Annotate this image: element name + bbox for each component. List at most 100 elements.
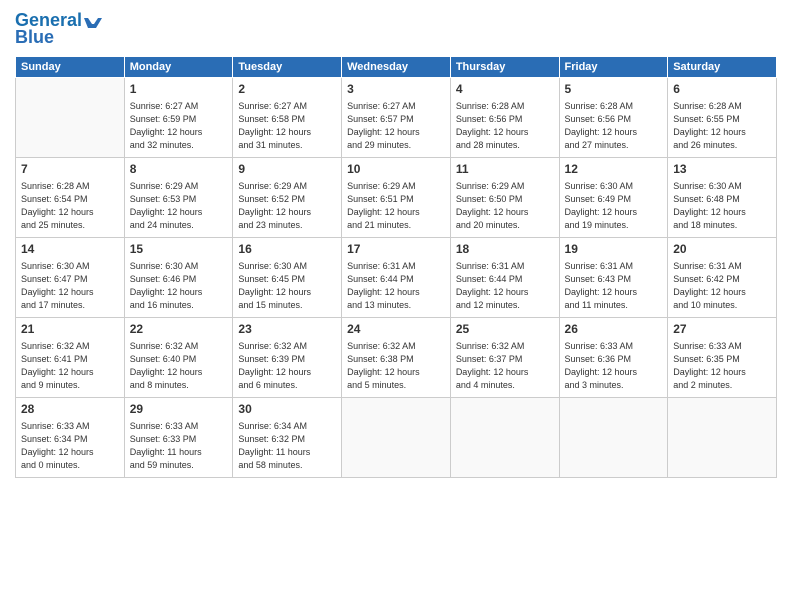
day-info: Sunrise: 6:27 AMSunset: 6:58 PMDaylight:… [238,100,336,152]
calendar-cell [559,397,668,477]
column-header-wednesday: Wednesday [342,56,451,77]
day-number: 29 [130,401,228,418]
day-info: Sunrise: 6:29 AMSunset: 6:50 PMDaylight:… [456,180,554,232]
week-row-3: 14 Sunrise: 6:30 AMSunset: 6:47 PMDayligh… [16,237,777,317]
day-info: Sunrise: 6:31 AMSunset: 6:43 PMDaylight:… [565,260,663,312]
day-number: 4 [456,81,554,98]
day-info: Sunrise: 6:33 AMSunset: 6:36 PMDaylight:… [565,340,663,392]
day-info: Sunrise: 6:29 AMSunset: 6:53 PMDaylight:… [130,180,228,232]
day-info: Sunrise: 6:32 AMSunset: 6:38 PMDaylight:… [347,340,445,392]
calendar-cell: 8 Sunrise: 6:29 AMSunset: 6:53 PMDaylight… [124,157,233,237]
calendar-cell: 27 Sunrise: 6:33 AMSunset: 6:35 PMDayligh… [668,317,777,397]
day-number: 19 [565,241,663,258]
day-info: Sunrise: 6:32 AMSunset: 6:39 PMDaylight:… [238,340,336,392]
calendar-cell [450,397,559,477]
week-row-4: 21Sunrise: 6:32 AMSunset: 6:41 PMDayligh… [16,317,777,397]
calendar-cell: 22Sunrise: 6:32 AMSunset: 6:40 PMDayligh… [124,317,233,397]
day-number: 8 [130,161,228,178]
calendar-cell: 10 Sunrise: 6:29 AMSunset: 6:51 PMDayligh… [342,157,451,237]
day-number: 15 [130,241,228,258]
day-info: Sunrise: 6:31 AMSunset: 6:44 PMDaylight:… [347,260,445,312]
column-header-thursday: Thursday [450,56,559,77]
calendar-cell: 20 Sunrise: 6:31 AMSunset: 6:42 PMDayligh… [668,237,777,317]
calendar-cell: 15 Sunrise: 6:30 AMSunset: 6:46 PMDayligh… [124,237,233,317]
day-number: 17 [347,241,445,258]
calendar-page: General Blue SundayMondayTuesdayWednesda… [0,0,792,612]
calendar-cell: 9 Sunrise: 6:29 AMSunset: 6:52 PMDaylight… [233,157,342,237]
calendar-cell [668,397,777,477]
day-info: Sunrise: 6:27 AMSunset: 6:59 PMDaylight:… [130,100,228,152]
logo-text-blue: Blue [15,28,54,48]
calendar-cell: 16Sunrise: 6:30 AMSunset: 6:45 PMDayligh… [233,237,342,317]
day-number: 18 [456,241,554,258]
week-row-1: 1Sunrise: 6:27 AMSunset: 6:59 PMDaylight… [16,77,777,157]
day-number: 23 [238,321,336,338]
day-info: Sunrise: 6:33 AMSunset: 6:35 PMDaylight:… [673,340,771,392]
day-number: 14 [21,241,119,258]
day-number: 5 [565,81,663,98]
header-row: SundayMondayTuesdayWednesdayThursdayFrid… [16,56,777,77]
day-number: 2 [238,81,336,98]
day-number: 20 [673,241,771,258]
calendar-cell: 25Sunrise: 6:32 AMSunset: 6:37 PMDayligh… [450,317,559,397]
day-number: 24 [347,321,445,338]
day-info: Sunrise: 6:30 AMSunset: 6:47 PMDaylight:… [21,260,119,312]
calendar-cell: 4Sunrise: 6:28 AMSunset: 6:56 PMDaylight… [450,77,559,157]
calendar-cell: 29 Sunrise: 6:33 AMSunset: 6:33 PMDayligh… [124,397,233,477]
day-info: Sunrise: 6:31 AMSunset: 6:44 PMDaylight:… [456,260,554,312]
column-header-tuesday: Tuesday [233,56,342,77]
day-info: Sunrise: 6:32 AMSunset: 6:40 PMDaylight:… [130,340,228,392]
calendar-cell: 26 Sunrise: 6:33 AMSunset: 6:36 PMDayligh… [559,317,668,397]
column-header-friday: Friday [559,56,668,77]
calendar-cell: 19 Sunrise: 6:31 AMSunset: 6:43 PMDayligh… [559,237,668,317]
day-info: Sunrise: 6:31 AMSunset: 6:42 PMDaylight:… [673,260,771,312]
day-number: 13 [673,161,771,178]
day-info: Sunrise: 6:32 AMSunset: 6:37 PMDaylight:… [456,340,554,392]
day-number: 30 [238,401,336,418]
day-info: Sunrise: 6:28 AMSunset: 6:55 PMDaylight:… [673,100,771,152]
calendar-cell [342,397,451,477]
day-info: Sunrise: 6:33 AMSunset: 6:33 PMDaylight:… [130,420,228,472]
calendar-cell: 13 Sunrise: 6:30 AMSunset: 6:48 PMDayligh… [668,157,777,237]
day-info: Sunrise: 6:30 AMSunset: 6:46 PMDaylight:… [130,260,228,312]
week-row-2: 7Sunrise: 6:28 AMSunset: 6:54 PMDaylight… [16,157,777,237]
day-info: Sunrise: 6:29 AMSunset: 6:52 PMDaylight:… [238,180,336,232]
day-number: 7 [21,161,119,178]
calendar-cell: 1Sunrise: 6:27 AMSunset: 6:59 PMDaylight… [124,77,233,157]
day-info: Sunrise: 6:27 AMSunset: 6:57 PMDaylight:… [347,100,445,152]
calendar-cell: 17 Sunrise: 6:31 AMSunset: 6:44 PMDayligh… [342,237,451,317]
calendar-cell: 23 Sunrise: 6:32 AMSunset: 6:39 PMDayligh… [233,317,342,397]
day-info: Sunrise: 6:29 AMSunset: 6:51 PMDaylight:… [347,180,445,232]
calendar-table: SundayMondayTuesdayWednesdayThursdayFrid… [15,56,777,478]
day-info: Sunrise: 6:33 AMSunset: 6:34 PMDaylight:… [21,420,119,472]
calendar-cell: 24 Sunrise: 6:32 AMSunset: 6:38 PMDayligh… [342,317,451,397]
day-number: 12 [565,161,663,178]
column-header-saturday: Saturday [668,56,777,77]
calendar-cell: 14 Sunrise: 6:30 AMSunset: 6:47 PMDayligh… [16,237,125,317]
calendar-cell: 18 Sunrise: 6:31 AMSunset: 6:44 PMDayligh… [450,237,559,317]
day-info: Sunrise: 6:30 AMSunset: 6:45 PMDaylight:… [238,260,336,312]
calendar-cell: 3 Sunrise: 6:27 AMSunset: 6:57 PMDaylight… [342,77,451,157]
day-info: Sunrise: 6:28 AMSunset: 6:56 PMDaylight:… [565,100,663,152]
day-number: 11 [456,161,554,178]
calendar-cell: 12Sunrise: 6:30 AMSunset: 6:49 PMDayligh… [559,157,668,237]
day-number: 6 [673,81,771,98]
column-header-sunday: Sunday [16,56,125,77]
day-number: 9 [238,161,336,178]
column-header-monday: Monday [124,56,233,77]
day-info: Sunrise: 6:30 AMSunset: 6:48 PMDaylight:… [673,180,771,232]
calendar-cell: 7Sunrise: 6:28 AMSunset: 6:54 PMDaylight… [16,157,125,237]
day-number: 28 [21,401,119,418]
day-number: 27 [673,321,771,338]
day-number: 26 [565,321,663,338]
day-number: 10 [347,161,445,178]
day-info: Sunrise: 6:34 AMSunset: 6:32 PMDaylight:… [238,420,336,472]
day-number: 3 [347,81,445,98]
calendar-cell: 6 Sunrise: 6:28 AMSunset: 6:55 PMDaylight… [668,77,777,157]
calendar-cell [16,77,125,157]
calendar-cell: 2 Sunrise: 6:27 AMSunset: 6:58 PMDaylight… [233,77,342,157]
day-number: 21 [21,321,119,338]
week-row-5: 28 Sunrise: 6:33 AMSunset: 6:34 PMDayligh… [16,397,777,477]
header: General Blue [15,10,777,48]
logo-icon [82,10,104,32]
